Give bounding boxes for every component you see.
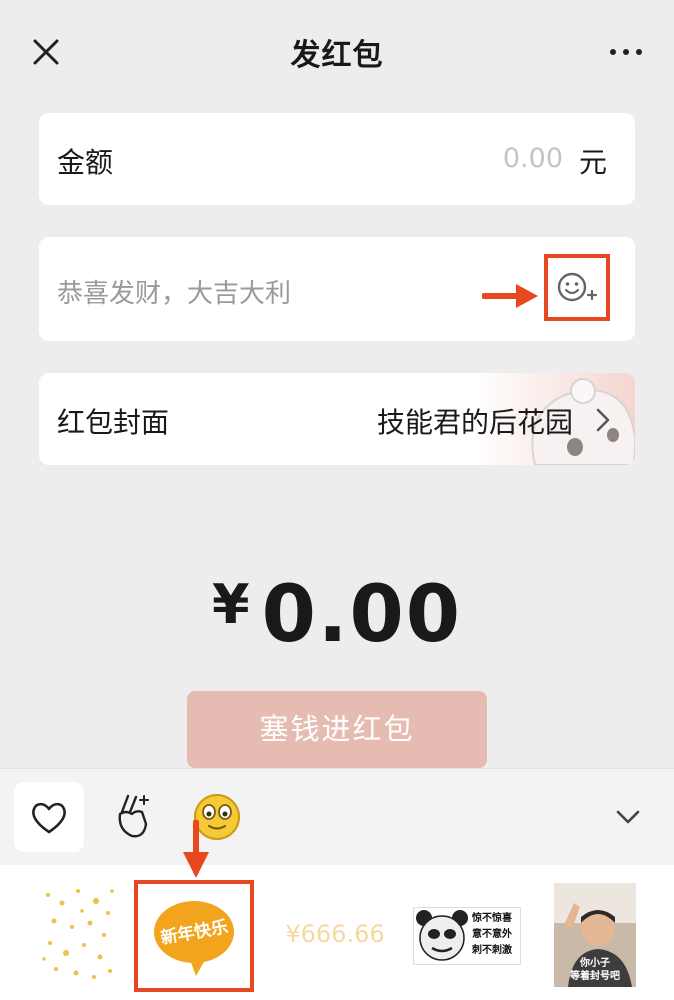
add-emoji-button[interactable] xyxy=(544,254,610,321)
emoji-panel-tabs xyxy=(0,768,674,866)
panda-line: 惊不惊喜 xyxy=(472,913,512,924)
photo-caption: 等着封号吧 xyxy=(570,971,620,982)
sticker-money[interactable]: ¥666.66 xyxy=(280,883,390,985)
chevron-right-icon xyxy=(596,408,610,432)
panda-face-icon xyxy=(416,910,468,961)
amount-label: 金额 xyxy=(57,146,114,179)
panda-line: 意不意外 xyxy=(472,929,512,940)
tab-gestures[interactable] xyxy=(98,782,168,852)
cover-card[interactable]: 红包封面 技能君的后花园 xyxy=(39,373,635,465)
greeting-card[interactable]: 恭喜发财，大吉大利 xyxy=(39,237,635,341)
sticker-list: 新年快乐 ¥666.66 惊不惊喜 意不意外 刺不刺激 你小子 等着封号吧 xyxy=(0,865,674,1000)
sticker-photo[interactable]: 你小子 等着封号吧 xyxy=(554,883,636,987)
heart-icon xyxy=(32,802,66,834)
photo-caption: 你小子 xyxy=(580,958,610,969)
sticker-new-year[interactable]: 新年快乐 xyxy=(134,880,254,992)
amount-card[interactable]: 金额 0.00 元 xyxy=(39,113,635,205)
tab-favorites[interactable] xyxy=(14,782,84,852)
greeting-input[interactable]: 恭喜发财，大吉大利 xyxy=(57,273,291,310)
amount-input[interactable]: 0.00 xyxy=(503,143,563,174)
amount-unit: 元 xyxy=(578,146,607,179)
more-dots-icon xyxy=(610,49,616,55)
total-amount: ¥0.00 xyxy=(0,570,674,660)
chevron-down-icon xyxy=(616,810,640,824)
fingers-icon xyxy=(118,794,149,838)
sticker-panda[interactable]: 惊不惊喜 意不意外 刺不刺激 xyxy=(413,907,521,965)
panda-line: 刺不刺激 xyxy=(472,945,512,956)
submit-button[interactable]: 塞钱进红包 xyxy=(187,691,487,768)
add-emoji-icon xyxy=(557,272,598,302)
collapse-panel-button[interactable] xyxy=(610,799,646,835)
arrow-right-icon xyxy=(482,284,538,308)
more-button[interactable] xyxy=(610,37,646,67)
cover-label: 红包封面 xyxy=(57,406,170,439)
cover-name: 技能君的后花园 xyxy=(376,406,573,439)
total-value: 0.00 xyxy=(261,570,463,660)
page-title: 发红包 xyxy=(290,38,384,73)
currency-symbol: ¥ xyxy=(211,573,252,636)
arrow-down-icon xyxy=(183,820,209,878)
sticker-stars[interactable] xyxy=(38,883,118,985)
